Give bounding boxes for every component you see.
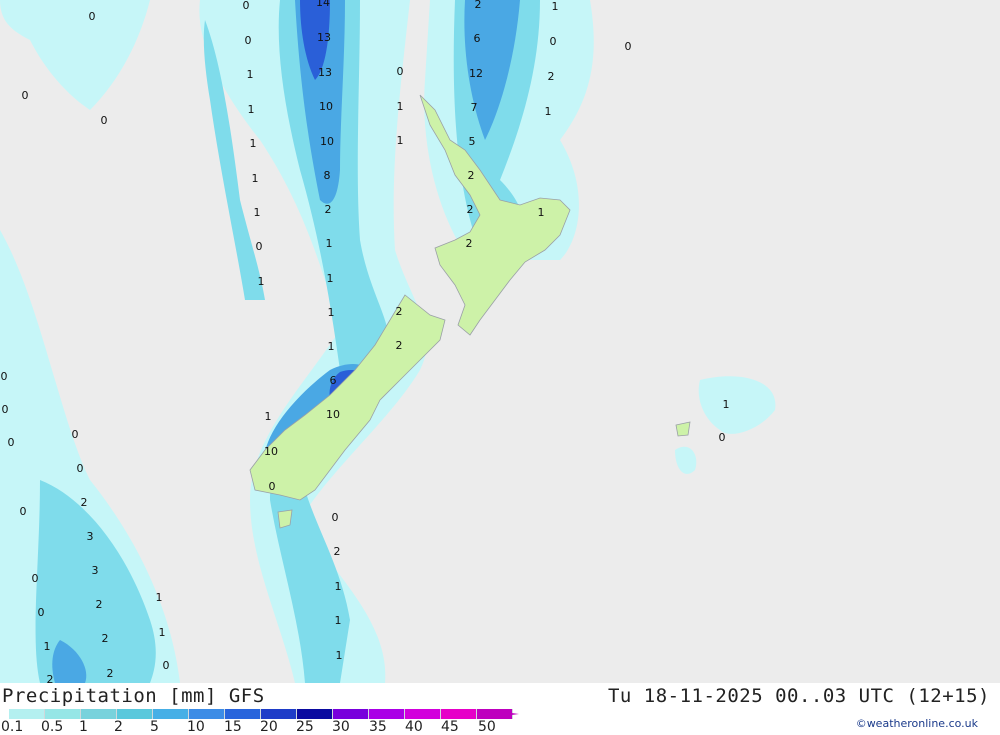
precip-value-label: 2 [396,305,403,318]
precip-value-label: 2 [102,632,109,645]
precipitation-map: 14 13 13 10 10 8 2 1 1 1 1 6 10 10 0 0 1 1 1 1 1 0 1 2 6 12 7 5 2 2 2 1… [0,0,1000,686]
precip-value-label: 2 [475,0,482,11]
precip-value-label: 5 [469,135,476,148]
precip-value-label: 3 [92,564,99,577]
precip-value-label: 2 [81,496,88,509]
precip-value-label: 6 [474,32,481,45]
scale-swatch [333,709,369,719]
precip-value-label: 0 [625,40,632,53]
precip-value-label: 2 [325,203,332,216]
precip-value-label: 1 [335,614,342,627]
precip-value-label: 8 [324,169,331,182]
precip-value-label: 1 [250,137,257,150]
precip-value-label: 1 [397,100,404,113]
precip-value-label: 0 [1,370,8,383]
precip-value-label: 1 [326,237,333,250]
precip-value-label: 1 [159,626,166,639]
precip-value-label: 2 [47,673,54,683]
precip-value-label: 0 [77,462,84,475]
precip-value-label: 1 [397,134,404,147]
precip-value-label: 10 [319,100,333,113]
precip-value-label: 1 [254,206,261,219]
scale-swatch [441,709,477,719]
precip-value-label: 1 [545,105,552,118]
scale-swatch [153,709,189,719]
map-title: Precipitation [mm] GFS [2,685,265,707]
scale-swatch [261,709,297,719]
scale-swatch [369,709,405,719]
scale-swatch [81,709,117,719]
precip-value-label: 1 [247,68,254,81]
precip-value-label: 13 [317,31,331,44]
precip-value-label: 12 [469,67,483,80]
precip-value-label: 0 [397,65,404,78]
precip-value-label: 0 [332,511,339,524]
precip-value-label: 0 [243,0,250,12]
precip-value-label: 0 [550,35,557,48]
precip-value-label: 0 [269,480,276,493]
precip-value-label: 2 [548,70,555,83]
precip-value-label: 1 [252,172,259,185]
precip-value-label: 1 [328,340,335,353]
scale-swatch [297,709,333,719]
precip-value-label: 2 [468,169,475,182]
precip-value-label: 0 [89,10,96,23]
precip-value-label: 0 [101,114,108,127]
credit-link[interactable]: ©weatheronline.co.uk [856,717,978,730]
precip-value-label: 1 [44,640,51,653]
scale-swatch [225,709,261,719]
scale-swatch [45,709,81,719]
precip-value-label: 1 [328,306,335,319]
scale-swatch [405,709,441,719]
precip-value-label: 1 [156,591,163,604]
map-canvas: 1413131010821111610100011111012612752221… [0,0,1000,686]
precip-value-label: 0 [8,436,15,449]
precip-value-label: 1 [265,410,272,423]
color-scale [9,709,513,719]
map-footer: Precipitation [mm] GFS Tu 18-11-2025 00.… [0,683,1000,735]
precip-value-label: 1 [723,398,730,411]
precip-value-label: 10 [326,408,340,421]
precip-value-label: 0 [20,505,27,518]
precip-value-label: 0 [256,240,263,253]
precip-value-label: 1 [258,275,265,288]
precip-value-label: 0 [2,403,9,416]
scale-swatch [117,709,153,719]
precip-value-label: 2 [466,237,473,250]
precip-value-label: 10 [320,135,334,148]
precip-value-label: 2 [107,667,114,680]
precip-value-label: 1 [336,649,343,662]
precip-value-label: 7 [471,101,478,114]
precip-value-label: 1 [335,580,342,593]
precip-value-label: 0 [245,34,252,47]
precip-value-label: 0 [38,606,45,619]
precip-value-label: 2 [467,203,474,216]
precip-value-label: 0 [32,572,39,585]
scale-arrow-icon [483,709,519,719]
precip-value-label: 2 [334,545,341,558]
precip-value-label: 1 [248,103,255,116]
precip-value-label: 13 [318,66,332,79]
precip-value-label: 6 [330,374,337,387]
precip-value-label: 2 [96,598,103,611]
scale-swatch [189,709,225,719]
precip-value-label: 0 [163,659,170,672]
valid-time: Tu 18-11-2025 00..03 UTC (12+15) [607,685,990,707]
scale-swatch [9,709,45,719]
precip-value-label: 1 [552,0,559,13]
precip-value-label: 0 [72,428,79,441]
precip-value-label: 1 [538,206,545,219]
precip-value-label: 14 [316,0,330,9]
precip-value-label: 10 [264,445,278,458]
precip-value-label: 2 [396,339,403,352]
precip-value-label: 3 [87,530,94,543]
precip-value-label: 0 [22,89,29,102]
precip-value-label: 1 [327,272,334,285]
precip-value-label: 0 [719,431,726,444]
